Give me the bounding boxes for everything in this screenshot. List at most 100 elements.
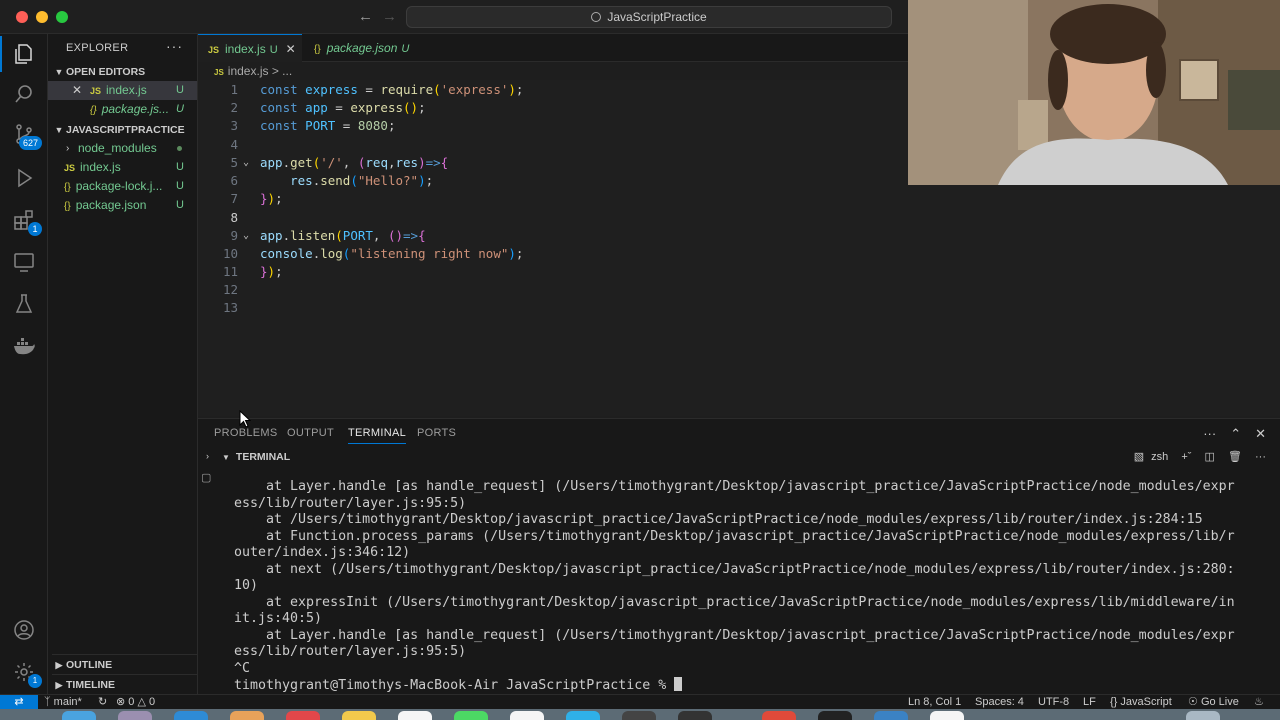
broadcast-icon: ☉ [1188, 696, 1198, 708]
braces-icon: {} [1110, 696, 1118, 708]
tab-ports[interactable]: PORTS [417, 427, 456, 439]
dock-app-icon[interactable] [762, 711, 796, 720]
trash-icon[interactable]: 🗑 [1228, 451, 1242, 463]
webcam-overlay [908, 0, 1280, 185]
arrow-left-icon[interactable]: ← [358, 8, 373, 25]
remote-indicator[interactable]: ⇄ [0, 695, 38, 710]
open-editors-section[interactable]: ▼ OPEN EDITORS [52, 62, 197, 82]
tree-item-package-json[interactable]: {} package.json U [48, 196, 197, 215]
language-mode[interactable]: {} JavaScript [1110, 695, 1172, 710]
dock-app-icon[interactable] [566, 711, 600, 720]
close-window-button[interactable] [16, 11, 28, 23]
minimize-window-button[interactable] [36, 11, 48, 23]
arrow-right-icon[interactable]: → [382, 8, 397, 25]
close-icon[interactable]: ✕ [286, 42, 296, 56]
tab-terminal[interactable]: TERMINAL [348, 427, 407, 444]
git-branch-icon: ᛉ [44, 696, 51, 708]
testing-icon[interactable] [12, 292, 36, 316]
dock-app-icon[interactable] [398, 711, 432, 720]
dock-app-icon[interactable] [930, 711, 964, 720]
gear-icon[interactable]: 1 [12, 660, 42, 688]
dock-app-icon[interactable] [818, 711, 852, 720]
command-center-search[interactable]: JavaScriptPractice [406, 6, 892, 28]
chevron-right-icon: ▶ [55, 660, 63, 670]
outline-section[interactable]: ▶ OUTLINE [52, 654, 197, 674]
open-editor-item-package[interactable]: {} package.js... U [48, 100, 197, 119]
sidebar-title: EXPLORER [66, 42, 129, 54]
timeline-section[interactable]: ▶ TIMELINE [52, 674, 197, 694]
open-editor-item-index[interactable]: ✕ JS index.js U [48, 81, 197, 100]
terminal-output[interactable]: at Layer.handle [as handle_request] (/Us… [234, 479, 1274, 694]
macos-dock [0, 709, 1280, 720]
status-bar: ⇄ ᛉ main* ↻ ⊗ 0 △ 0 Ln 8, Col 1 Spaces: … [0, 694, 1280, 710]
dock-app-icon[interactable] [118, 711, 152, 720]
sync-icon[interactable]: ↻ [98, 695, 107, 710]
tab-index-js[interactable]: JS index.js U ✕ [198, 34, 302, 62]
close-panel-icon[interactable]: ✕ [1255, 426, 1266, 441]
line-ending[interactable]: LF [1083, 695, 1096, 710]
more-actions-icon[interactable]: ··· [1203, 426, 1216, 441]
account-icon[interactable] [12, 618, 36, 642]
extensions-icon[interactable]: 1 [12, 208, 42, 236]
editor-tabs: JS index.js U ✕ {} package.json U [198, 34, 908, 62]
terminal-header: › ▼ TERMINAL ▧ zsh +ˇ ◫ 🗑 ··· [206, 451, 1266, 463]
docker-icon[interactable] [12, 334, 36, 358]
run-debug-icon[interactable] [12, 166, 36, 190]
fold-chevron-icon: ⌄ [243, 156, 250, 168]
problems-indicator[interactable]: ⊗ 0 △ 0 [116, 695, 155, 710]
shell-name[interactable]: zsh [1151, 451, 1168, 463]
remote-explorer-icon[interactable] [12, 250, 36, 274]
zoom-window-button[interactable] [56, 11, 68, 23]
more-actions-icon[interactable]: ··· [1255, 451, 1266, 463]
dock-app-icon[interactable] [678, 711, 712, 720]
search-icon[interactable] [12, 82, 36, 106]
dock-app-icon[interactable] [62, 711, 96, 720]
dock-app-icon[interactable] [1186, 711, 1220, 720]
cursor-position[interactable]: Ln 8, Col 1 [908, 695, 961, 710]
maximize-panel-icon[interactable]: ⌃ [1230, 426, 1241, 441]
more-actions-icon[interactable]: ··· [166, 38, 183, 54]
dock-app-icon[interactable] [286, 711, 320, 720]
bottom-panel: PROBLEMS OUTPUT TERMINAL PORTS ··· ⌃ ✕ › ▼… [198, 418, 1280, 694]
terminal-tab-icon[interactable]: ▢ [201, 471, 211, 484]
explorer-icon[interactable] [0, 36, 36, 72]
dock-app-icon[interactable] [174, 711, 208, 720]
branch-indicator[interactable]: ᛉ main* [44, 695, 82, 710]
js-file-icon: JS [214, 68, 224, 77]
js-file-icon: JS [208, 45, 220, 55]
breadcrumb[interactable]: JS index.js > ... [214, 64, 292, 78]
chevron-right-icon: ▶ [55, 680, 63, 690]
dock-app-icon[interactable] [230, 711, 264, 720]
bell-icon[interactable]: ♨ [1254, 695, 1264, 710]
tree-item-node-modules[interactable]: › node_modules [48, 139, 197, 158]
terminal-prompt[interactable]: timothygrant@Timothys-MacBook-Air JavaSc… [234, 677, 1274, 694]
split-terminal-icon[interactable]: ◫ [1205, 451, 1215, 463]
terminal-icon: ▧ [1133, 451, 1145, 463]
panel-actions: ··· ⌃ ✕ [1189, 426, 1266, 442]
dock-app-icon[interactable] [510, 711, 544, 720]
dock-app-icon[interactable] [622, 711, 656, 720]
dock-app-icon[interactable] [454, 711, 488, 720]
tab-problems[interactable]: PROBLEMS [214, 427, 278, 439]
presenter-video [908, 0, 1280, 185]
extensions-badge: 1 [28, 222, 42, 236]
close-icon[interactable]: ✕ [72, 81, 82, 100]
dock-app-icon[interactable] [342, 711, 376, 720]
json-file-icon: {} [64, 182, 71, 193]
source-control-icon[interactable]: 627 [12, 122, 42, 150]
new-terminal-icon[interactable]: +ˇ [1181, 451, 1191, 463]
encoding[interactable]: UTF-8 [1038, 695, 1069, 710]
dock-app-icon[interactable] [874, 711, 908, 720]
indentation[interactable]: Spaces: 4 [975, 695, 1024, 710]
tab-output[interactable]: OUTPUT [287, 427, 334, 439]
tree-item-package-lock[interactable]: {} package-lock.j... U [48, 177, 197, 196]
error-icon: ⊗ [116, 696, 126, 708]
go-live-button[interactable]: ☉ Go Live [1188, 695, 1239, 710]
tab-package-json[interactable]: {} package.json U [304, 34, 419, 62]
tree-item-index-js[interactable]: JS index.js U [48, 158, 197, 177]
chevron-down-icon: ▼ [54, 67, 64, 77]
status-dot [177, 146, 182, 151]
chevron-down-icon: ▼ [54, 125, 64, 135]
chevron-right-icon[interactable]: › [206, 451, 209, 461]
project-section[interactable]: ▼ JAVASCRIPTPRACTICE [52, 120, 197, 140]
